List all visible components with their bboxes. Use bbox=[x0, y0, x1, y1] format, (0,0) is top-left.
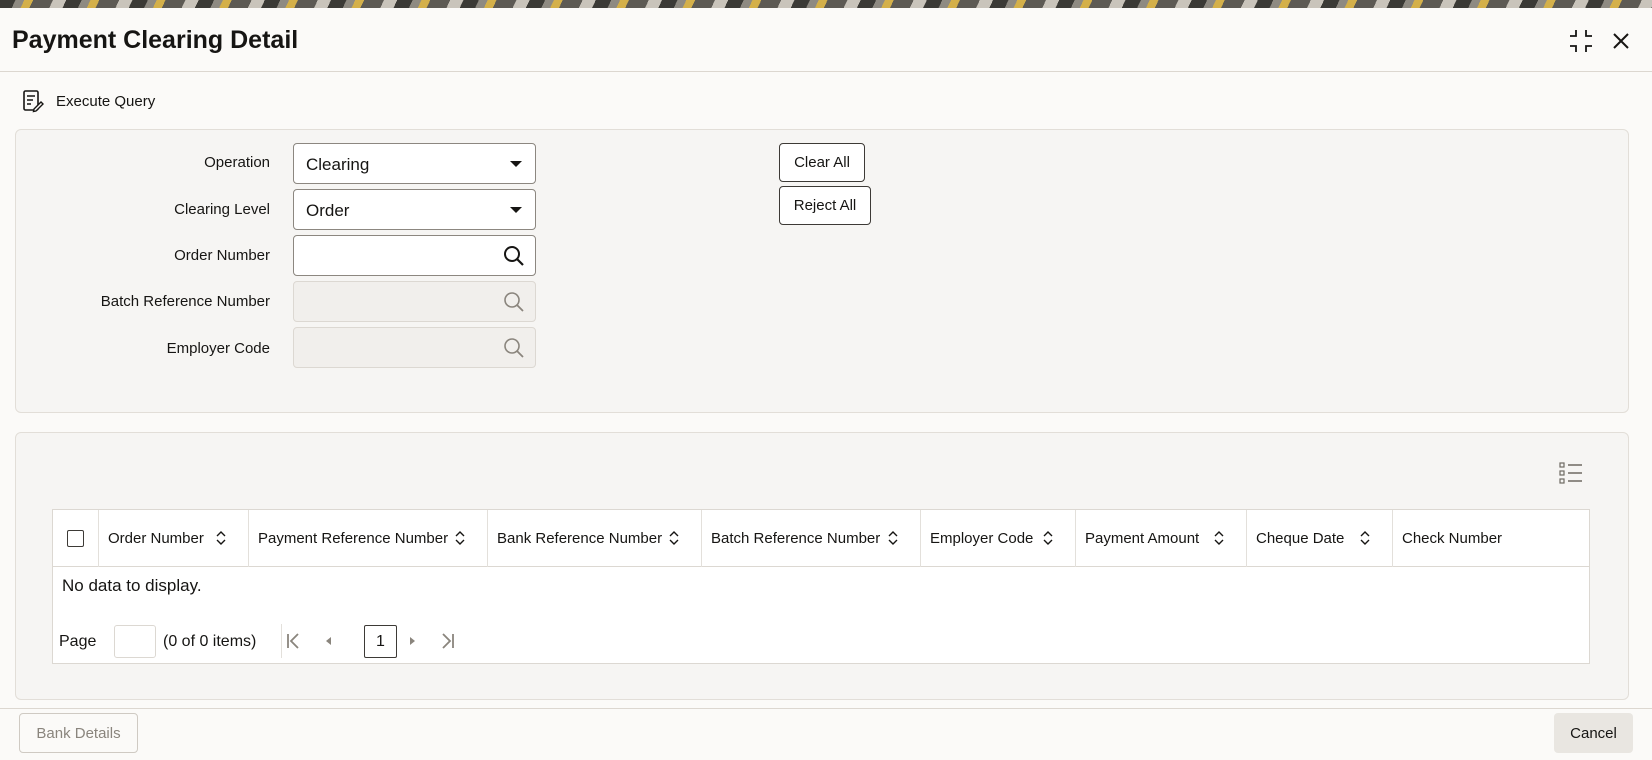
sort-icon bbox=[888, 531, 898, 545]
pagination: Page (0 of 0 items) 1 bbox=[53, 622, 753, 662]
clearing-level-label: Clearing Level bbox=[174, 201, 270, 218]
batch-reference-number-label: Batch Reference Number bbox=[100, 293, 270, 310]
cancel-button[interactable]: Cancel bbox=[1554, 713, 1633, 753]
footer-bar: Bank Details Cancel bbox=[0, 708, 1652, 760]
column-header-employer-code[interactable]: Employer Code bbox=[921, 510, 1076, 567]
operation-label: Operation bbox=[204, 154, 270, 171]
header-decoration bbox=[0, 0, 1652, 8]
column-header-label: Cheque Date bbox=[1256, 530, 1345, 547]
chevron-down-icon bbox=[510, 161, 522, 167]
empty-message: No data to display. bbox=[62, 576, 202, 595]
page-number-input[interactable] bbox=[114, 625, 156, 658]
execute-query-button[interactable]: Execute Query bbox=[22, 86, 155, 116]
sort-icon bbox=[1214, 531, 1224, 545]
order-number-input[interactable] bbox=[294, 236, 494, 275]
close-icon bbox=[1613, 33, 1629, 49]
title-bar: Payment Clearing Detail bbox=[0, 8, 1652, 72]
column-header-order-number[interactable]: Order Number bbox=[99, 510, 249, 567]
column-header-cheque-date[interactable]: Cheque Date bbox=[1247, 510, 1393, 567]
column-header-label: Order Number bbox=[108, 530, 204, 547]
close-button[interactable] bbox=[1606, 26, 1636, 56]
restore-icon bbox=[1570, 30, 1592, 52]
column-header-label: Batch Reference Number bbox=[711, 530, 881, 547]
search-icon bbox=[504, 338, 524, 358]
execute-query-label: Execute Query bbox=[56, 92, 156, 110]
order-number-field[interactable] bbox=[293, 235, 536, 276]
table-header: Order Number Payment Reference Number Ba… bbox=[53, 510, 1589, 567]
column-header-payment-reference-number[interactable]: Payment Reference Number bbox=[249, 510, 488, 567]
clearing-level-value: Order bbox=[306, 201, 350, 220]
order-number-label: Order Number bbox=[174, 247, 270, 264]
batch-reference-number-field bbox=[293, 281, 536, 322]
items-summary: (0 of 0 items) bbox=[163, 633, 257, 650]
column-header-label: Check Number bbox=[1402, 530, 1503, 547]
column-header-label: Payment Amount bbox=[1085, 530, 1200, 547]
operation-value: Clearing bbox=[306, 155, 370, 174]
column-header-label: Employer Code bbox=[930, 530, 1034, 547]
column-header-payment-amount[interactable]: Payment Amount bbox=[1076, 510, 1247, 567]
employer-code-field bbox=[293, 327, 536, 368]
sort-icon bbox=[216, 531, 226, 545]
operation-select[interactable]: Clearing bbox=[293, 143, 536, 184]
column-settings-icon bbox=[1559, 462, 1582, 484]
bank-details-button[interactable]: Bank Details bbox=[19, 713, 138, 753]
select-all-checkbox[interactable] bbox=[67, 530, 84, 547]
clearing-level-select[interactable]: Order bbox=[293, 189, 536, 230]
column-header-batch-reference-number[interactable]: Batch Reference Number bbox=[702, 510, 921, 567]
restore-button[interactable] bbox=[1566, 26, 1596, 56]
first-page-icon[interactable] bbox=[283, 630, 305, 652]
page-title: Payment Clearing Detail bbox=[12, 26, 299, 54]
column-header-label: Payment Reference Number bbox=[258, 530, 449, 547]
employer-code-label: Employer Code bbox=[166, 340, 270, 357]
column-header-label: Bank Reference Number bbox=[497, 530, 663, 547]
sort-icon bbox=[1360, 531, 1370, 545]
previous-page-icon[interactable] bbox=[317, 630, 339, 652]
last-page-icon[interactable] bbox=[436, 630, 458, 652]
column-header-bank-reference-number[interactable]: Bank Reference Number bbox=[488, 510, 702, 567]
execute-query-icon bbox=[23, 90, 44, 113]
next-page-icon[interactable] bbox=[402, 630, 424, 652]
column-settings-button[interactable] bbox=[1558, 460, 1584, 486]
column-header-check-number[interactable]: Check Number bbox=[1393, 510, 1589, 567]
reject-all-button[interactable]: Reject All bbox=[779, 186, 871, 225]
sort-icon bbox=[669, 531, 679, 545]
search-icon[interactable] bbox=[503, 245, 525, 267]
current-page-button[interactable]: 1 bbox=[364, 625, 397, 658]
results-table: Order Number Payment Reference Number Ba… bbox=[52, 509, 1590, 664]
chevron-down-icon bbox=[510, 207, 522, 213]
page-label: Page bbox=[59, 633, 97, 650]
pagination-divider bbox=[281, 624, 282, 658]
sort-icon bbox=[455, 531, 465, 545]
select-all-column bbox=[53, 510, 99, 567]
sort-icon bbox=[1043, 531, 1053, 545]
clear-all-button[interactable]: Clear All bbox=[779, 143, 865, 182]
search-icon bbox=[504, 292, 524, 312]
